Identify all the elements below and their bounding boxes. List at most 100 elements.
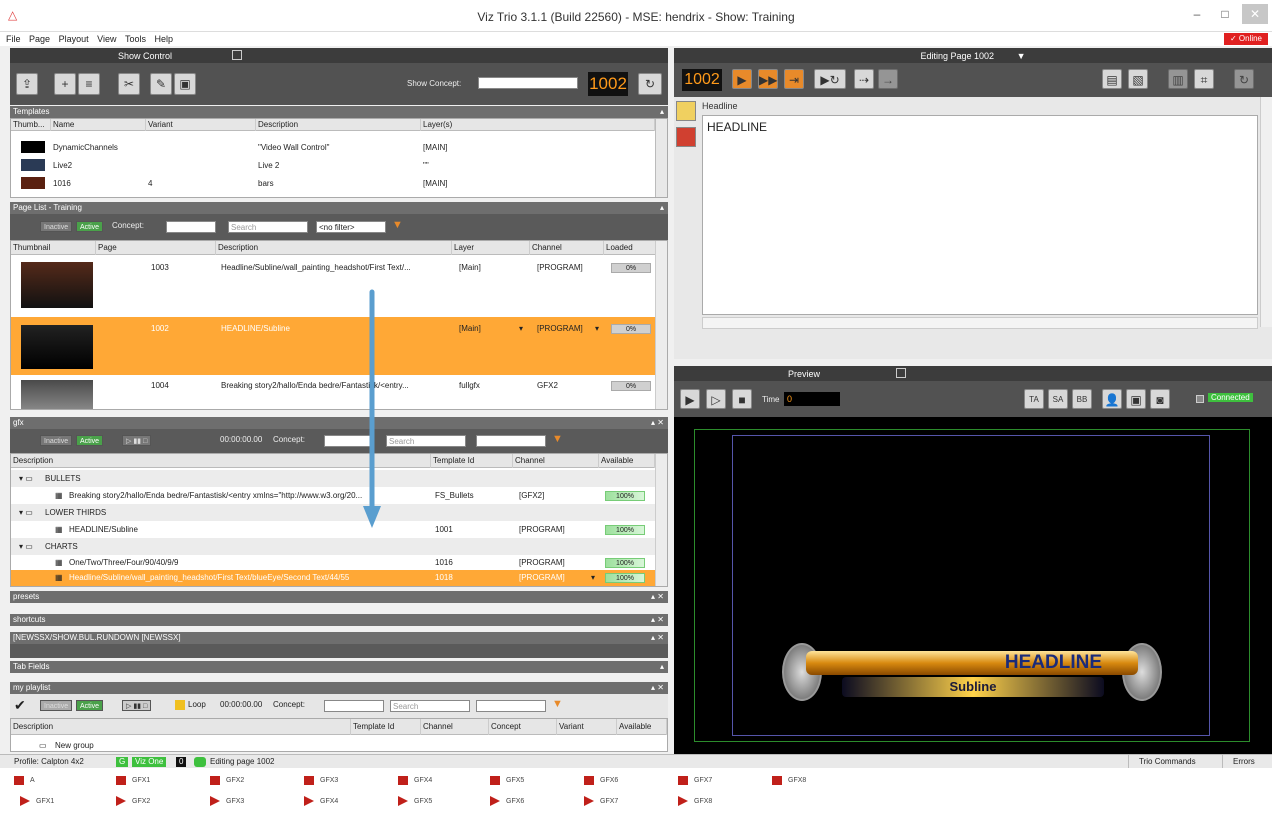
inactive-toggle[interactable]: Inactive xyxy=(40,221,73,232)
templates-scrollbar[interactable] xyxy=(655,119,667,197)
menu-help[interactable]: Help xyxy=(155,32,174,46)
output-gfx2[interactable]: GFX2 xyxy=(116,796,150,806)
col-thumb[interactable]: Thumb... xyxy=(11,119,51,131)
col-name[interactable]: Name xyxy=(51,119,146,131)
close-icon[interactable]: ▴ ✕ xyxy=(651,417,664,429)
editor-scrollbar[interactable] xyxy=(702,317,1258,329)
collapse-icon[interactable]: ▴ xyxy=(660,106,664,118)
col-description[interactable]: Description xyxy=(11,719,351,735)
output-gfx6[interactable]: GFX6 xyxy=(490,796,524,806)
menu-tools[interactable]: Tools xyxy=(125,32,146,46)
channel-gfx4[interactable]: GFX4 xyxy=(398,776,432,785)
output-gfx7[interactable]: GFX7 xyxy=(584,796,618,806)
group-row[interactable]: ▾ ▭ CHARTS xyxy=(11,538,655,555)
tab-fields-bar[interactable]: Tab Fields ▴ xyxy=(10,661,668,673)
edit-icon[interactable]: ✎ xyxy=(150,73,172,95)
continue-icon[interactable]: ▶▶ xyxy=(758,69,778,89)
col-layer[interactable]: Layer(s) xyxy=(421,119,655,131)
trio-commands-tab[interactable]: Trio Commands xyxy=(1128,755,1206,769)
group-row[interactable]: ▾ ▭ BULLETS xyxy=(11,470,655,487)
new-list-icon[interactable]: ≡ xyxy=(78,73,100,95)
active-toggle[interactable]: Active xyxy=(76,700,104,711)
collapse-icon[interactable]: ▴ xyxy=(660,202,664,214)
gfx-item[interactable]: ▦ One/Two/Three/Four/90/40/9/9 1016 [PRO… xyxy=(11,555,655,570)
col-page[interactable]: Page xyxy=(96,241,216,255)
shortcuts-bar[interactable]: shortcuts ▴ ✕ xyxy=(10,614,668,626)
col-variant[interactable]: Variant xyxy=(557,719,617,735)
stop-icon[interactable]: ■ xyxy=(732,389,752,409)
channel-gfx8[interactable]: GFX8 xyxy=(772,776,806,785)
channel-a[interactable]: A xyxy=(14,776,35,785)
save-icon[interactable]: ▣ xyxy=(174,73,196,95)
col-thumbnail[interactable]: Thumbnail xyxy=(11,241,96,255)
maximize-button[interactable]: □ xyxy=(1212,4,1238,24)
undock-icon[interactable] xyxy=(232,50,242,60)
page-row[interactable]: 1004 Breaking story2/hallo/Enda bedre/Fa… xyxy=(11,376,655,409)
page-row[interactable]: 1003 Headline/Subline/wall_painting_head… xyxy=(11,256,655,316)
active-toggle[interactable]: Active xyxy=(76,435,104,446)
ta-button[interactable]: TA xyxy=(1024,389,1044,409)
take-out-icon[interactable]: ⇥ xyxy=(784,69,804,89)
crop-icon[interactable]: ⌗ xyxy=(1194,69,1214,89)
filter-select[interactable] xyxy=(476,700,546,712)
export-icon[interactable]: ▥ xyxy=(1168,69,1188,89)
search-input[interactable]: Search xyxy=(390,700,470,712)
save-as-icon[interactable]: ▧ xyxy=(1128,69,1148,89)
template-row[interactable]: Live2 Live 2 "" xyxy=(11,157,655,175)
refresh-icon[interactable]: ↻ xyxy=(1234,69,1254,89)
user-box-icon[interactable]: ▣ xyxy=(1126,389,1146,409)
expand-icon[interactable]: ▾ ▭ xyxy=(19,473,33,485)
expand-icon[interactable]: ▾ ▭ xyxy=(19,541,33,553)
gfx-item[interactable]: ▦ HEADLINE/Subline 1001 [PROGRAM] 100% xyxy=(11,521,655,538)
gfx-scrollbar[interactable] xyxy=(655,454,667,586)
dropdown-icon[interactable]: ▼ xyxy=(1017,51,1026,61)
output-gfx5[interactable]: GFX5 xyxy=(398,796,432,806)
save-icon[interactable]: ▤ xyxy=(1102,69,1122,89)
sa-button[interactable]: SA xyxy=(1048,389,1068,409)
inactive-toggle[interactable]: Inactive xyxy=(40,700,73,711)
col-available[interactable]: Available xyxy=(599,454,655,468)
channel-gfx6[interactable]: GFX6 xyxy=(584,776,618,785)
new-page-icon[interactable]: + xyxy=(54,73,76,95)
editor-v-scrollbar[interactable] xyxy=(1260,97,1272,327)
filter-icon[interactable]: ▼ xyxy=(392,219,403,231)
close-icon[interactable]: ▴ ✕ xyxy=(651,632,664,644)
template-row[interactable]: DynamicChannels "Video Wall Control" [MA… xyxy=(11,139,655,157)
col-variant[interactable]: Variant xyxy=(146,119,256,131)
minimize-button[interactable]: – xyxy=(1184,4,1210,24)
group-row[interactable]: ▾ ▭ LOWER THIRDS xyxy=(11,504,655,521)
headline-field[interactable]: HEADLINE xyxy=(702,115,1258,315)
insert-icon[interactable]: ⇢ xyxy=(854,69,874,89)
template-row[interactable]: 1016 4 bars [MAIN] xyxy=(11,175,655,193)
col-loaded[interactable]: Loaded xyxy=(604,241,656,255)
update-icon[interactable]: ▶↻ xyxy=(814,69,846,89)
filter-icon[interactable]: ▼ xyxy=(552,433,563,445)
col-concept[interactable]: Concept xyxy=(489,719,557,735)
channel-gfx1[interactable]: GFX1 xyxy=(116,776,150,785)
col-channel[interactable]: Channel xyxy=(530,241,604,255)
col-template-id[interactable]: Template Id xyxy=(431,454,513,468)
menu-view[interactable]: View xyxy=(97,32,116,46)
col-description[interactable]: Description xyxy=(216,241,452,255)
channel-gfx3[interactable]: GFX3 xyxy=(304,776,338,785)
presets-bar[interactable]: presets ▴ ✕ xyxy=(10,591,668,603)
col-description[interactable]: Description xyxy=(256,119,421,131)
col-available[interactable]: Available xyxy=(617,719,667,735)
close-button[interactable]: ✕ xyxy=(1242,4,1268,24)
dropdown-icon[interactable]: ▾ xyxy=(591,572,595,584)
close-icon[interactable]: ▴ ✕ xyxy=(651,682,664,694)
search-input[interactable]: Search xyxy=(386,435,466,447)
menu-file[interactable]: File xyxy=(6,32,21,46)
import-icon[interactable]: ⇪ xyxy=(16,73,38,95)
close-icon[interactable]: ▴ ✕ xyxy=(651,614,664,626)
show-concept-select[interactable] xyxy=(478,77,578,89)
play-controls[interactable]: ▷ ▮▮ □ xyxy=(122,700,152,711)
active-toggle[interactable]: Active xyxy=(76,221,104,232)
errors-tab[interactable]: Errors xyxy=(1222,755,1265,769)
dropdown-icon[interactable]: ▾ xyxy=(595,323,599,335)
gfx-item-selected[interactable]: ▦ Headline/Subline/wall_painting_headsho… xyxy=(11,570,655,586)
template-icon[interactable] xyxy=(676,127,696,147)
field-icon[interactable] xyxy=(676,101,696,121)
collapse-icon[interactable]: ▴ xyxy=(660,661,664,673)
user-dark-icon[interactable]: ◙ xyxy=(1150,389,1170,409)
